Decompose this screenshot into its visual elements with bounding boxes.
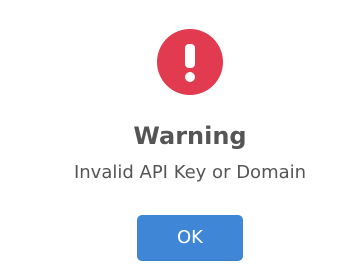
warning-dialog: Warning Invalid API Key or Domain OK (0, 0, 356, 277)
ok-button[interactable]: OK (137, 215, 243, 261)
exclamation-circle-icon (157, 29, 223, 95)
dialog-title: Warning (133, 122, 247, 150)
dialog-message: Invalid API Key or Domain (73, 162, 307, 183)
